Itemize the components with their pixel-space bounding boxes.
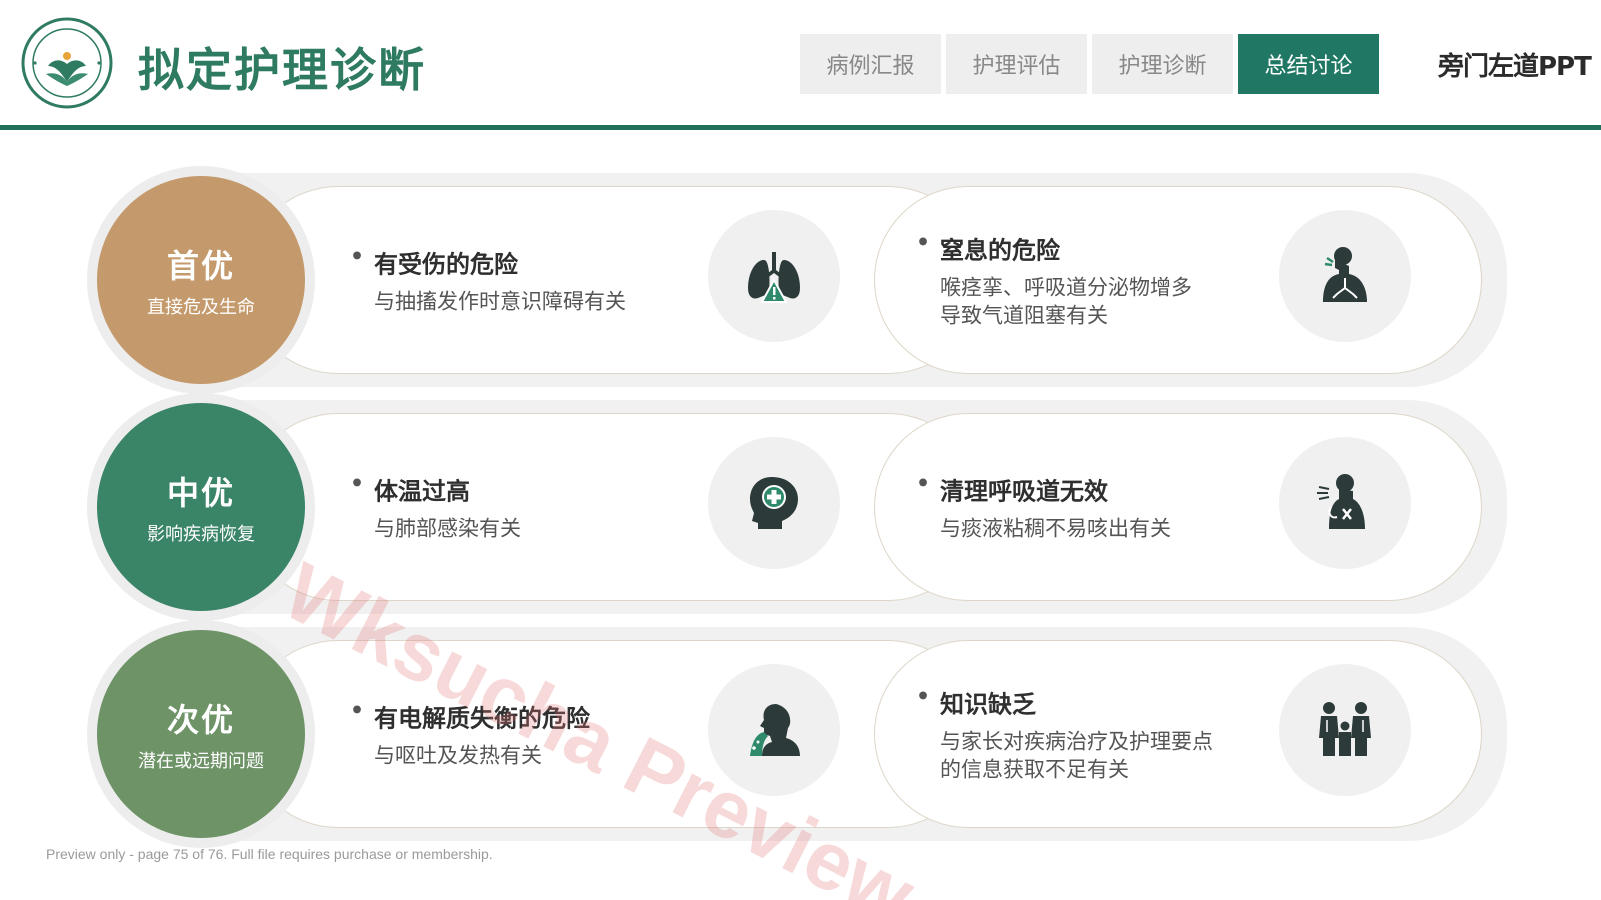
diagnosis-title: 有电解质失衡的危险 bbox=[350, 699, 590, 734]
diagnosis-description-line: 与家长对疾病治疗及护理要点 bbox=[940, 729, 1213, 754]
tab-case-report[interactable]: 病例汇报 bbox=[800, 34, 941, 94]
respiratory-system-icon bbox=[1279, 210, 1411, 342]
tab-summary-discussion[interactable]: 总结讨论 bbox=[1238, 34, 1379, 94]
diagnosis-title: 清理呼吸道无效 bbox=[916, 472, 1171, 507]
tab-nursing-assessment[interactable]: 护理评估 bbox=[946, 34, 1087, 94]
diagnosis-description: 与肺部感染有关 bbox=[374, 516, 521, 541]
family-icon bbox=[1279, 664, 1411, 796]
diagnosis-description: 喉痉挛、呼吸道分泌物增多 导致气道阻塞有关 bbox=[940, 274, 1192, 330]
diagnosis-description-line: 的信息获取不足有关 bbox=[940, 757, 1129, 782]
footer-note: Preview only - page 75 of 76. Full file … bbox=[46, 846, 493, 862]
hospital-logo-icon bbox=[20, 16, 114, 110]
diagnosis-description-line: 喉痉挛、呼吸道分泌物增多 bbox=[940, 275, 1192, 300]
priority-row-first: 首优 直接危及生命 有受伤的危险 与抽搐发作时意识障碍有关 窒息的危险 喉痉挛、… bbox=[94, 173, 1507, 387]
priority-badge: 次优 潜在或远期问题 bbox=[97, 630, 305, 838]
slide-header: 拟定护理诊断 病例汇报 护理评估 护理诊断 总结讨论 旁门左道PPT bbox=[0, 0, 1601, 130]
header-divider bbox=[0, 125, 1601, 130]
priority-badge-subtitle: 影响疾病恢复 bbox=[147, 524, 255, 545]
priority-badge: 中优 影响疾病恢复 bbox=[97, 403, 305, 611]
diagnosis-description-line: 导致气道阻塞有关 bbox=[940, 303, 1108, 328]
priority-badge-subtitle: 直接危及生命 bbox=[147, 297, 255, 318]
lungs-warning-icon bbox=[708, 210, 840, 342]
priority-badge-subtitle: 潜在或远期问题 bbox=[138, 751, 264, 772]
priority-badge-title: 首优 bbox=[166, 247, 235, 285]
head-medical-cross-icon bbox=[708, 437, 840, 569]
diagnosis-title: 有受伤的危险 bbox=[350, 245, 626, 280]
diagnosis-description: 与呕吐及发热有关 bbox=[374, 743, 542, 768]
cough-icon bbox=[1279, 437, 1411, 569]
diagnosis-description: 与抽搐发作时意识障碍有关 bbox=[374, 289, 626, 314]
diagnosis-description: 与家长对疾病治疗及护理要点 的信息获取不足有关 bbox=[940, 728, 1213, 784]
section-tabs: 病例汇报 护理评估 护理诊断 总结讨论 bbox=[800, 34, 1379, 94]
diagnosis-description: 与痰液粘稠不易咳出有关 bbox=[940, 516, 1171, 541]
vomiting-icon bbox=[708, 664, 840, 796]
diagnosis-title: 知识缺乏 bbox=[916, 685, 1213, 720]
brand-name: 旁门左道PPT bbox=[1438, 52, 1592, 82]
priority-badge-title: 次优 bbox=[166, 701, 235, 739]
priority-row-middle: 中优 影响疾病恢复 体温过高 与肺部感染有关 清理呼吸道无效 与痰液粘稠不易咳出… bbox=[94, 400, 1507, 614]
page-title: 拟定护理诊断 bbox=[138, 43, 426, 97]
tab-nursing-diagnosis[interactable]: 护理诊断 bbox=[1092, 34, 1233, 94]
priority-row-low: 次优 潜在或远期问题 有电解质失衡的危险 与呕吐及发热有关 知识缺乏 与家长对疾… bbox=[94, 627, 1507, 841]
diagnosis-title: 窒息的危险 bbox=[916, 231, 1192, 266]
priority-badge: 首优 直接危及生命 bbox=[97, 176, 305, 384]
diagnosis-title: 体温过高 bbox=[350, 472, 521, 507]
priority-badge-title: 中优 bbox=[166, 474, 235, 512]
